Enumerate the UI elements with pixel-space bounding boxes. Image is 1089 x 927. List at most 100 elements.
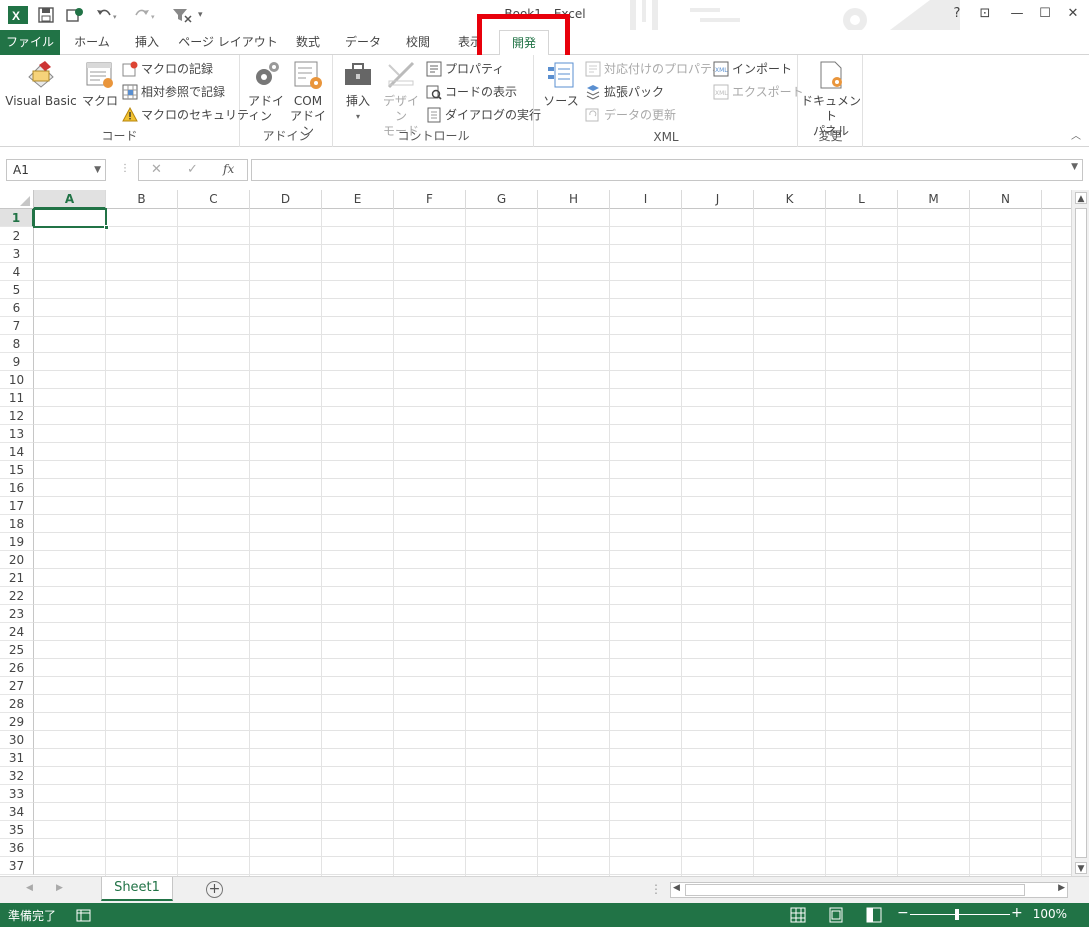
insert-control-button[interactable]: 挿入 ▾ bbox=[340, 59, 376, 124]
row-header-1[interactable]: 1 bbox=[0, 209, 34, 227]
view-code-button[interactable]: コードの表示 bbox=[426, 82, 517, 102]
row-header-12[interactable]: 12 bbox=[0, 407, 34, 425]
insert-function-icon[interactable]: fx bbox=[223, 162, 234, 176]
macro-security-button[interactable]: マクロのセキュリティ bbox=[122, 105, 260, 125]
record-macro-button[interactable]: マクロの記録 bbox=[122, 59, 213, 79]
name-box[interactable]: A1 ▼ bbox=[6, 159, 106, 181]
row-header-19[interactable]: 19 bbox=[0, 533, 34, 551]
row-header-5[interactable]: 5 bbox=[0, 281, 34, 299]
vertical-scrollbar[interactable]: ▲ ▼ bbox=[1071, 190, 1089, 876]
maximize-button[interactable]: ☐ bbox=[1032, 4, 1058, 24]
redo-icon[interactable]: ▾ bbox=[134, 7, 158, 23]
macro-recording-icon[interactable] bbox=[76, 907, 92, 923]
row-header-9[interactable]: 9 bbox=[0, 353, 34, 371]
column-header-a[interactable]: A bbox=[34, 190, 106, 209]
expand-formula-icon[interactable]: ▼ bbox=[1071, 162, 1078, 172]
row-header-28[interactable]: 28 bbox=[0, 695, 34, 713]
import-button[interactable]: XML インポート bbox=[713, 59, 792, 79]
scroll-down-icon[interactable]: ▼ bbox=[1075, 862, 1087, 874]
column-header-b[interactable]: B bbox=[106, 190, 178, 209]
normal-view-icon[interactable] bbox=[790, 907, 806, 923]
confirm-entry-icon[interactable]: ✓ bbox=[187, 162, 198, 177]
horizontal-scrollbar[interactable]: ◀ ▶ bbox=[670, 882, 1068, 898]
row-header-27[interactable]: 27 bbox=[0, 677, 34, 695]
next-sheet-icon[interactable]: ▶ bbox=[56, 883, 63, 893]
row-header-22[interactable]: 22 bbox=[0, 587, 34, 605]
column-header-h[interactable]: H bbox=[538, 190, 610, 209]
row-header-16[interactable]: 16 bbox=[0, 479, 34, 497]
scroll-left-icon[interactable]: ◀ bbox=[673, 883, 680, 893]
sheet-tab[interactable]: Sheet1 bbox=[101, 877, 173, 901]
collapse-ribbon-icon[interactable]: ︿ bbox=[1071, 127, 1081, 142]
column-header-e[interactable]: E bbox=[322, 190, 394, 209]
properties-button[interactable]: プロパティ bbox=[426, 59, 504, 79]
row-header-10[interactable]: 10 bbox=[0, 371, 34, 389]
active-cell-a1[interactable] bbox=[33, 208, 109, 230]
row-header-34[interactable]: 34 bbox=[0, 803, 34, 821]
row-header-31[interactable]: 31 bbox=[0, 749, 34, 767]
row-header-18[interactable]: 18 bbox=[0, 515, 34, 533]
column-header-m[interactable]: M bbox=[898, 190, 970, 209]
column-header-c[interactable]: C bbox=[178, 190, 250, 209]
row-header-24[interactable]: 24 bbox=[0, 623, 34, 641]
row-header-20[interactable]: 20 bbox=[0, 551, 34, 569]
horizontal-scroll-thumb[interactable] bbox=[685, 884, 1025, 896]
select-all-corner[interactable] bbox=[0, 190, 34, 209]
row-header-14[interactable]: 14 bbox=[0, 443, 34, 461]
row-header-21[interactable]: 21 bbox=[0, 569, 34, 587]
zoom-in-button[interactable]: + bbox=[1011, 905, 1023, 921]
scroll-up-icon[interactable]: ▲ bbox=[1075, 192, 1087, 204]
cancel-entry-icon[interactable]: ✕ bbox=[151, 162, 162, 177]
row-header-7[interactable]: 7 bbox=[0, 317, 34, 335]
formula-bar-grip-icon[interactable]: ⋮ bbox=[120, 163, 130, 174]
refresh-data-button[interactable]: データの更新 bbox=[585, 105, 676, 125]
undo-icon[interactable]: ▾ bbox=[96, 7, 120, 23]
new-sheet-button[interactable]: + bbox=[206, 881, 223, 898]
formula-input[interactable]: ▼ bbox=[251, 159, 1083, 181]
addins-button[interactable]: アドイン bbox=[245, 59, 287, 124]
row-header-32[interactable]: 32 bbox=[0, 767, 34, 785]
page-layout-view-icon[interactable] bbox=[828, 907, 844, 923]
close-button[interactable]: ✕ bbox=[1060, 4, 1086, 24]
page-break-view-icon[interactable] bbox=[866, 907, 882, 923]
zoom-level[interactable]: 100% bbox=[1033, 907, 1067, 921]
row-header-37[interactable]: 37 bbox=[0, 857, 34, 875]
column-header-j[interactable]: J bbox=[682, 190, 754, 209]
row-header-17[interactable]: 17 bbox=[0, 497, 34, 515]
relative-references-button[interactable]: 相対参照で記録 bbox=[122, 82, 225, 102]
zoom-slider-thumb[interactable] bbox=[955, 909, 959, 920]
tab-home[interactable]: ホーム bbox=[66, 30, 118, 55]
column-header-d[interactable]: D bbox=[250, 190, 322, 209]
row-header-29[interactable]: 29 bbox=[0, 713, 34, 731]
vertical-scroll-thumb[interactable] bbox=[1075, 208, 1087, 858]
row-header-35[interactable]: 35 bbox=[0, 821, 34, 839]
scroll-right-icon[interactable]: ▶ bbox=[1058, 883, 1065, 893]
tab-formulas[interactable]: 数式 bbox=[286, 30, 330, 55]
column-header-k[interactable]: K bbox=[754, 190, 826, 209]
column-header-g[interactable]: G bbox=[466, 190, 538, 209]
row-header-13[interactable]: 13 bbox=[0, 425, 34, 443]
column-header-l[interactable]: L bbox=[826, 190, 898, 209]
save-online-icon[interactable] bbox=[66, 7, 84, 23]
tab-file[interactable]: ファイル bbox=[0, 30, 60, 55]
row-header-33[interactable]: 33 bbox=[0, 785, 34, 803]
customize-qa-icon[interactable]: ▾ bbox=[198, 10, 203, 20]
tab-data[interactable]: データ bbox=[338, 30, 388, 55]
column-header-i[interactable]: I bbox=[610, 190, 682, 209]
tab-page-layout[interactable]: ページ レイアウト bbox=[178, 30, 278, 55]
save-icon[interactable] bbox=[38, 7, 54, 23]
row-header-2[interactable]: 2 bbox=[0, 227, 34, 245]
run-dialog-button[interactable]: ダイアログの実行 bbox=[426, 105, 541, 125]
column-header-n[interactable]: N bbox=[970, 190, 1042, 209]
row-header-30[interactable]: 30 bbox=[0, 731, 34, 749]
expansion-packs-button[interactable]: 拡張パック bbox=[585, 82, 664, 102]
zoom-out-button[interactable]: − bbox=[897, 905, 909, 921]
row-header-36[interactable]: 36 bbox=[0, 839, 34, 857]
row-header-6[interactable]: 6 bbox=[0, 299, 34, 317]
row-header-8[interactable]: 8 bbox=[0, 335, 34, 353]
minimize-button[interactable]: — bbox=[1004, 4, 1030, 24]
sheet-splitter-icon[interactable]: ⋮ bbox=[650, 882, 662, 896]
row-header-15[interactable]: 15 bbox=[0, 461, 34, 479]
zoom-slider[interactable] bbox=[910, 914, 1010, 915]
filter-icon[interactable] bbox=[172, 7, 192, 23]
